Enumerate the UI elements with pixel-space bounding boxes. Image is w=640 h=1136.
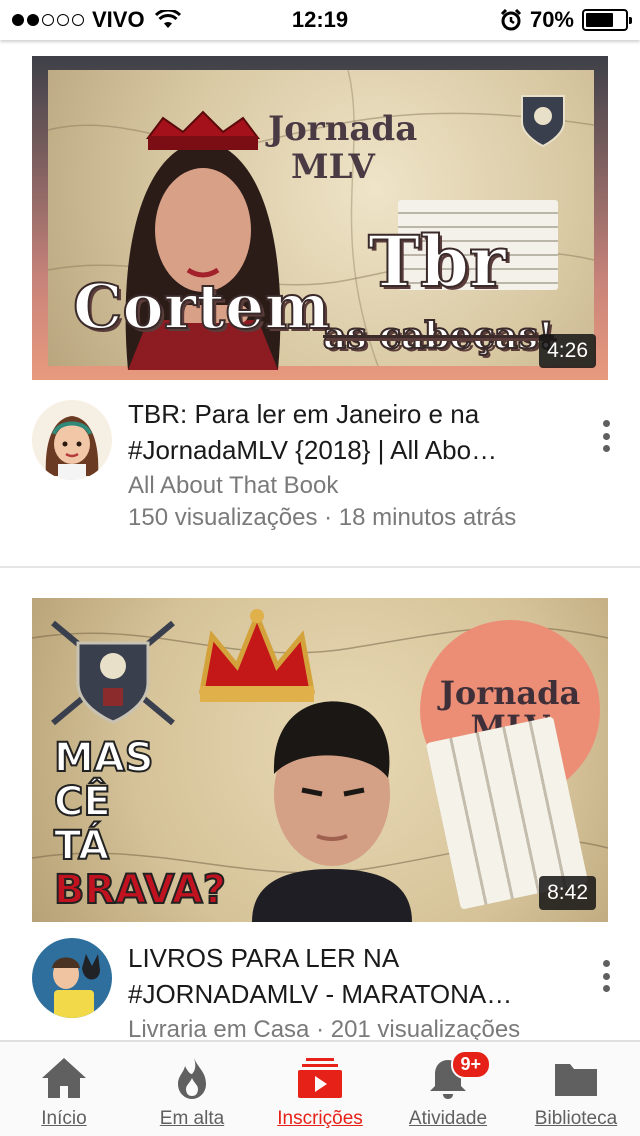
video-thumbnail[interactable]: Jornada MLV Tbr Cortem as cabeças! 4:26	[32, 56, 608, 380]
nav-label: Em alta	[159, 1108, 225, 1129]
video-stats: 150 visualizações · 18 minutos atrás	[128, 504, 517, 531]
battery-percent: 70%	[529, 7, 574, 32]
nav-trending[interactable]: Em alta	[128, 1042, 256, 1136]
status-bar: VIVO 12:19 70%	[0, 0, 640, 40]
folder-icon	[555, 1064, 597, 1096]
thumbnail-artwork: Jornada MLV Tbr Cortem as cabeças!	[48, 70, 594, 370]
thumbnail-title: Cortem	[72, 269, 331, 344]
channel-and-views[interactable]: Livraria em Casa · 201 visualizações	[128, 1016, 568, 1040]
thumbnail-badge: Jornada MLV	[268, 109, 418, 187]
more-options-icon[interactable]	[598, 420, 614, 452]
nav-label: Biblioteca	[534, 1108, 618, 1129]
video-title[interactable]: TBR: Para ler em Janeiro e na #JornadaML…	[128, 396, 568, 468]
nav-label: Inscrições	[277, 1108, 363, 1129]
alarm-clock-icon	[500, 9, 522, 31]
avatar-illustration	[52, 954, 100, 1018]
channel-name[interactable]: All About That Book	[128, 472, 568, 500]
thumbnail-caption: MAS CÊ TÁ BRAVA?	[53, 735, 227, 913]
crown-icon	[199, 609, 315, 702]
nav-home[interactable]: Início	[0, 1042, 128, 1136]
feed-divider	[0, 566, 640, 568]
avatar-illustration	[45, 416, 99, 480]
video-duration: 4:26	[539, 334, 596, 368]
channel-avatar[interactable]	[32, 400, 112, 480]
video-duration: 8:42	[539, 876, 596, 910]
flame-icon	[178, 1058, 206, 1099]
nav-label: Início	[41, 1108, 87, 1129]
battery-level	[586, 13, 613, 27]
nav-library[interactable]: Biblioteca	[512, 1042, 640, 1136]
channel-avatar[interactable]	[32, 938, 112, 1018]
carrier-name: VIVO	[92, 7, 145, 32]
crest-icon	[521, 95, 565, 148]
host-portrait	[252, 701, 412, 922]
thumbnail-subtitle: as cabeças!	[322, 314, 555, 358]
battery-icon	[582, 9, 632, 31]
home-icon	[42, 1058, 86, 1098]
nav-label: Atividade	[408, 1108, 488, 1129]
bottom-navigation: Início Em alta Inscrições 9+ Atividade B…	[0, 1040, 640, 1136]
wifi-icon	[154, 10, 181, 28]
more-options-icon[interactable]	[598, 960, 614, 992]
nav-subscriptions[interactable]: Inscrições	[256, 1042, 384, 1136]
notification-badge: 9+	[450, 1050, 492, 1079]
video-title[interactable]: LIVROS PARA LER NA #JORNADAMLV - MARATON…	[128, 940, 568, 1012]
signal-strength-icon	[12, 14, 84, 26]
thumbnail-tag: Tbr	[367, 219, 507, 304]
nav-activity[interactable]: 9+ Atividade	[384, 1042, 512, 1136]
video-feed[interactable]: Jornada MLV Tbr Cortem as cabeças! 4:26	[0, 40, 640, 1040]
video-item[interactable]: Jornada MLV Tbr Cortem as cabeças! 4:26	[0, 40, 640, 566]
video-thumbnail[interactable]: Jornada MLV MAS CÊ TÁ BRAVA? 8:42	[32, 598, 608, 922]
shield-crest-icon	[51, 620, 175, 726]
subscriptions-icon	[298, 1058, 342, 1098]
